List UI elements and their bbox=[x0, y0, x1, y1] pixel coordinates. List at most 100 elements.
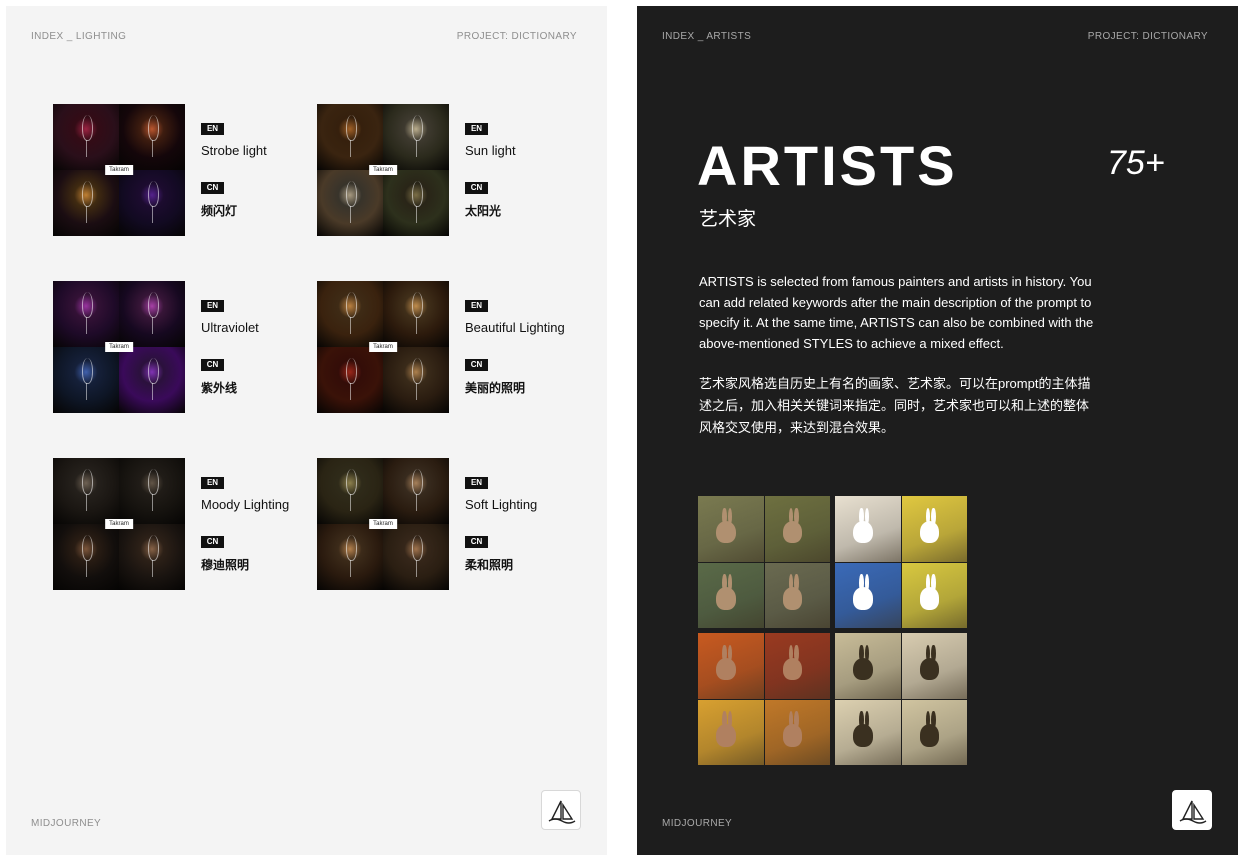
page-header-index: INDEX _ LIGHTING bbox=[31, 31, 127, 42]
rabbit-artwork bbox=[698, 633, 830, 765]
en-badge: EN bbox=[465, 477, 488, 489]
rabbit-painting-tile bbox=[764, 562, 830, 628]
midjourney-logo-icon bbox=[1172, 790, 1212, 830]
rabbit-icon bbox=[919, 507, 940, 544]
midjourney-logo-icon bbox=[541, 790, 581, 830]
wine-glass-image bbox=[53, 347, 119, 413]
rabbit-painting-tile bbox=[698, 496, 764, 562]
rabbit-artwork bbox=[835, 496, 967, 628]
english-term: Strobe light bbox=[201, 143, 267, 158]
rabbit-icon bbox=[782, 644, 803, 681]
wine-glass-image bbox=[317, 524, 383, 590]
lighting-thumbnail: Takram bbox=[53, 458, 185, 590]
lighting-index-page: INDEX _ LIGHTING PROJECT: DICTIONARY Tak… bbox=[6, 6, 607, 855]
lighting-card: Takram EN Soft Lighting CN 柔和照明 bbox=[317, 458, 577, 590]
rabbit-painting-tile bbox=[698, 633, 764, 699]
image-tag: Takram bbox=[105, 165, 133, 175]
rabbit-icon bbox=[782, 507, 803, 544]
en-badge: EN bbox=[465, 123, 488, 135]
rabbit-artwork bbox=[835, 633, 967, 765]
rabbit-icon bbox=[853, 644, 873, 681]
lighting-card: Takram EN Strobe light CN 频闪灯 bbox=[53, 104, 313, 236]
page-header-project: PROJECT: DICTIONARY bbox=[456, 31, 577, 42]
rabbit-icon bbox=[919, 573, 940, 610]
lighting-card: Takram EN Sun light CN 太阳光 bbox=[317, 104, 577, 236]
rabbit-icon bbox=[853, 710, 873, 747]
wine-glass-image bbox=[53, 104, 119, 170]
rabbit-icon bbox=[716, 507, 736, 544]
en-badge: EN bbox=[201, 123, 224, 135]
wine-glass-image bbox=[383, 104, 449, 170]
rabbit-painting-tile bbox=[901, 633, 967, 699]
lighting-thumbnail: Takram bbox=[317, 281, 449, 413]
english-term: Beautiful Lighting bbox=[465, 320, 565, 335]
wine-glass-image bbox=[317, 347, 383, 413]
wine-glass-image bbox=[119, 458, 185, 524]
rabbit-icon bbox=[782, 573, 803, 610]
wine-glass-image bbox=[53, 458, 119, 524]
artists-index-page: INDEX _ ARTISTS PROJECT: DICTIONARY ARTI… bbox=[637, 6, 1238, 855]
image-tag: Takram bbox=[105, 342, 133, 352]
rabbit-icon bbox=[782, 710, 803, 747]
chinese-term: 穆迪照明 bbox=[201, 558, 250, 572]
rabbit-painting-tile bbox=[901, 496, 967, 562]
rabbit-painting-tile bbox=[835, 496, 901, 562]
wine-glass-image bbox=[119, 281, 185, 347]
chinese-term: 频闪灯 bbox=[201, 204, 238, 218]
image-tag: Takram bbox=[369, 519, 397, 529]
wine-glass-image bbox=[317, 281, 383, 347]
rabbit-painting-tile bbox=[901, 562, 967, 628]
wine-glass-image bbox=[383, 170, 449, 236]
wine-glass-image bbox=[317, 458, 383, 524]
lighting-thumbnail: Takram bbox=[53, 281, 185, 413]
wine-glass-image bbox=[383, 524, 449, 590]
wine-glass-image bbox=[317, 104, 383, 170]
wine-glass-image bbox=[383, 347, 449, 413]
en-badge: EN bbox=[201, 477, 224, 489]
page-header-index: INDEX _ ARTISTS bbox=[662, 31, 752, 42]
rabbit-painting-tile bbox=[764, 633, 830, 699]
rabbit-painting-tile bbox=[835, 699, 901, 765]
english-term: Moody Lighting bbox=[201, 497, 290, 512]
rabbit-painting-tile bbox=[835, 562, 901, 628]
image-tag: Takram bbox=[105, 519, 133, 529]
lighting-card: Takram EN Ultraviolet CN 紫外线 bbox=[53, 281, 313, 413]
wine-glass-image bbox=[119, 170, 185, 236]
page-title: ARTISTS bbox=[697, 134, 958, 197]
wine-glass-image bbox=[317, 170, 383, 236]
rabbit-icon bbox=[919, 710, 940, 747]
rabbit-icon bbox=[853, 573, 873, 610]
cn-badge: CN bbox=[201, 536, 224, 548]
lighting-thumbnail: Takram bbox=[53, 104, 185, 236]
english-term: Soft Lighting bbox=[465, 497, 538, 512]
image-tag: Takram bbox=[369, 342, 397, 352]
wine-glass-image bbox=[53, 281, 119, 347]
rabbit-icon bbox=[716, 644, 736, 681]
cn-badge: CN bbox=[201, 182, 224, 194]
page-footer: MIDJOURNEY bbox=[31, 818, 102, 829]
chinese-term: 紫外线 bbox=[201, 381, 238, 395]
english-term: Ultraviolet bbox=[201, 320, 259, 335]
wine-glass-image bbox=[119, 347, 185, 413]
rabbit-icon bbox=[853, 507, 873, 544]
chinese-term: 柔和照明 bbox=[465, 558, 514, 572]
wine-glass-image bbox=[383, 281, 449, 347]
rabbit-icon bbox=[919, 644, 940, 681]
wine-glass-image bbox=[119, 524, 185, 590]
wine-glass-image bbox=[383, 458, 449, 524]
page-footer: MIDJOURNEY bbox=[662, 818, 733, 829]
artists-count: 75+ bbox=[1107, 144, 1165, 182]
rabbit-painting-tile bbox=[901, 699, 967, 765]
chinese-term: 太阳光 bbox=[465, 204, 502, 218]
lighting-card: Takram EN Moody Lighting CN 穆迪照明 bbox=[53, 458, 313, 590]
wine-glass-image bbox=[119, 104, 185, 170]
chinese-term: 美丽的照明 bbox=[465, 381, 526, 395]
page-subtitle-cn: 艺术家 bbox=[699, 209, 757, 230]
rabbit-icon bbox=[716, 573, 736, 610]
description-chinese: 艺术家风格选自历史上有名的画家、艺术家。可以在prompt的主体描述之后，加入相… bbox=[699, 376, 1091, 435]
english-term: Sun light bbox=[465, 143, 516, 158]
en-badge: EN bbox=[465, 300, 488, 312]
lighting-card: Takram EN Beautiful Lighting CN 美丽的照明 bbox=[317, 281, 577, 413]
lighting-thumbnail: Takram bbox=[317, 458, 449, 590]
cn-badge: CN bbox=[201, 359, 224, 371]
